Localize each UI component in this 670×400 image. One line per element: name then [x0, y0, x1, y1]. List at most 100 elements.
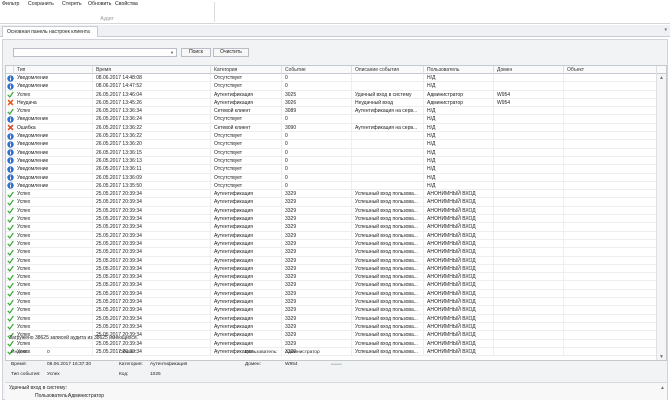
cell-object	[564, 322, 657, 331]
filter-button[interactable]: Фильтр	[2, 0, 19, 9]
tab-client-settings[interactable]: Основная панель настроек клиента	[2, 26, 98, 37]
cell-user: Н/Д	[424, 173, 494, 182]
properties-button[interactable]: Свойства	[115, 0, 138, 9]
cell-domain	[494, 173, 564, 182]
event-type-value: Успех	[47, 372, 60, 377]
cell-description: Успешный вход пользова...	[352, 231, 424, 240]
chevron-down-icon[interactable]: ▼	[170, 50, 174, 55]
table-row[interactable]: Успех 25.05.2017 20:39:34 Аутентификация 33…	[6, 223, 657, 232]
table-row[interactable]: Уведомление 26.05.2017 13:36:11 Отсутствуе…	[6, 165, 657, 174]
erase-button[interactable]: Стереть	[62, 0, 82, 9]
table-row[interactable]: Уведомление 26.05.2017 13:36:22 Отсутствуе…	[6, 132, 657, 141]
event-message: Удачный вход в систему: Пользователь: Ад…	[5, 382, 667, 400]
info-icon	[7, 141, 14, 148]
cell-event: 3329	[282, 206, 352, 215]
cell-description	[352, 132, 424, 141]
checkmark-icon	[7, 199, 14, 206]
table-row[interactable]: Уведомление 08.06.2017 14:48:08 Отсутствуе…	[6, 74, 657, 83]
table-row[interactable]: Успех 25.05.2017 20:39:34 Аутентификация 33…	[6, 198, 657, 207]
table-row[interactable]: Успех 25.05.2017 20:39:34 Аутентификация 33…	[6, 273, 657, 282]
cell-domain	[494, 281, 564, 290]
column-header-type[interactable]: Тип	[14, 66, 93, 74]
cell-category: Сетевой клиент	[211, 123, 282, 132]
cell-user: Н/Д	[424, 132, 494, 141]
cell-event: 3329	[282, 281, 352, 290]
cell-type: Успех	[14, 107, 93, 116]
table-row[interactable]: Уведомление 26.05.2017 13:36:15 Отсутствуе…	[6, 148, 657, 157]
table-row[interactable]: Успех 25.05.2017 20:39:34 Аутентификация 33…	[6, 314, 657, 323]
cell-type: Успех	[14, 306, 93, 315]
scroll-up-icon[interactable]: ▲	[659, 75, 664, 81]
find-button[interactable]: Поиск	[181, 48, 211, 57]
cell-user: Н/Д	[424, 165, 494, 174]
category-label: Категория:	[119, 362, 143, 367]
cell-type: Уведомление	[14, 115, 93, 124]
cell-user: АНОНИМНЫЙ ВХОД	[424, 223, 494, 232]
column-header-event[interactable]: Событие	[282, 66, 352, 74]
table-row[interactable]: Уведомление 08.06.2017 14:47:52 Отсутствуе…	[6, 82, 657, 91]
cell-description: Успешный вход пользова...	[352, 281, 424, 290]
chevron-down-icon[interactable]: ▾	[664, 27, 667, 33]
cell-event: 3329	[282, 298, 352, 307]
column-header-time[interactable]: Время	[93, 66, 211, 74]
checkmark-icon	[7, 108, 14, 115]
checkmark-icon	[7, 257, 14, 264]
cell-event: 0	[282, 173, 352, 182]
table-row[interactable]: Успех 25.05.2017 20:39:34 Аутентификация 33…	[6, 206, 657, 216]
cell-event: 3329	[282, 273, 352, 282]
table-row[interactable]: Успех 25.05.2017 20:39:34 Аутентификация 33…	[6, 239, 657, 249]
table-row[interactable]: Успех 25.05.2017 20:39:34 Аутентификация 33…	[6, 190, 657, 199]
save-button[interactable]: Сохранить	[28, 0, 54, 9]
table-row[interactable]: Успех 25.05.2017 20:39:34 Аутентификация 33…	[6, 248, 657, 257]
vertical-scrollbar[interactable]: ▲ ▼	[656, 74, 666, 360]
cell-user: Н/Д	[424, 82, 494, 91]
cell-category: Аутентификация	[211, 231, 282, 240]
cell-event: 3329	[282, 223, 352, 232]
column-header-description[interactable]: Описание события	[352, 66, 424, 74]
cell-description: Успешный вход пользова...	[352, 289, 424, 298]
cell-category: Аутентификация	[211, 198, 282, 207]
column-header-domain[interactable]: Домен	[494, 66, 564, 74]
cell-event: 3329	[282, 231, 352, 240]
table-row[interactable]: Успех 25.05.2017 20:39:34 Аутентификация 33…	[6, 298, 657, 307]
column-header-user[interactable]: Пользователь	[424, 66, 494, 74]
refresh-button[interactable]: Обновить	[88, 0, 112, 9]
table-row[interactable]: Неудача 26.05.2017 13:45:26 Аутентификация…	[6, 98, 657, 108]
cell-domain	[494, 314, 564, 323]
scroll-up-icon[interactable]: ▲	[660, 385, 665, 391]
table-row[interactable]: Уведомление 26.05.2017 13:36:09 Отсутствуе…	[6, 173, 657, 182]
table-row[interactable]: Успех 25.05.2017 20:39:34 Аутентификация 33…	[6, 215, 657, 224]
column-header-category[interactable]: Категория	[211, 66, 282, 74]
cell-domain	[494, 223, 564, 232]
table-row[interactable]: Ошибка 26.05.2017 13:36:22 Сетевой клиент 3…	[6, 123, 657, 133]
cell-category: Сетевой клиент	[211, 107, 282, 116]
table-row[interactable]: Успех 25.05.2017 20:39:34 Аутентификация 33…	[6, 289, 657, 299]
index-label: Индекс:	[11, 350, 29, 355]
table-row[interactable]: Успех 26.05.2017 13:46:04 Аутентификация 30…	[6, 90, 657, 99]
cell-event: 3329	[282, 190, 352, 199]
cell-event: 0	[282, 156, 352, 165]
cell-description: Успешный вход пользова...	[352, 248, 424, 257]
table-row[interactable]: Успех 26.05.2017 13:36:34 Сетевой клиент 30…	[6, 107, 657, 116]
clear-button[interactable]: Очистить	[213, 48, 249, 57]
table-row[interactable]: Уведомление 26.05.2017 13:36:24 Отсутствуе…	[6, 115, 657, 124]
table-row[interactable]: Успех 25.05.2017 20:39:34 Аутентификация 33…	[6, 322, 657, 332]
cell-event: 3329	[282, 289, 352, 298]
audit-table: Тип Время Категория Событие Описание соб…	[5, 65, 667, 361]
time-value: 08.06.2017 16:37:30	[47, 362, 92, 367]
table-row[interactable]: Уведомление 26.05.2017 13:36:13 Отсутствуе…	[6, 156, 657, 166]
table-row[interactable]: Успех 25.05.2017 20:39:34 Аутентификация 33…	[6, 264, 657, 274]
table-row[interactable]: Уведомление 26.05.2017 13:36:20 Отсутствуе…	[6, 140, 657, 149]
cell-user: АНОНИМНЫЙ ВХОД	[424, 273, 494, 282]
column-header-object[interactable]: Объект	[564, 66, 657, 74]
table-row[interactable]: Успех 25.05.2017 20:39:34 Аутентификация 33…	[6, 281, 657, 290]
cell-time: 26.05.2017 13:36:11	[93, 165, 211, 174]
cell-event: 0	[282, 115, 352, 124]
cell-user: АНОНИМНЫЙ ВХОД	[424, 331, 494, 340]
search-input[interactable]: ▼	[13, 48, 177, 57]
table-row[interactable]: Успех 25.05.2017 20:39:34 Аутентификация 33…	[6, 306, 657, 315]
table-row[interactable]: Успех 25.05.2017 20:39:34 Аутентификация 33…	[6, 256, 657, 265]
cell-object	[564, 98, 657, 107]
table-row[interactable]: Уведомление 26.05.2017 13:35:50 Отсутствуе…	[6, 181, 657, 191]
table-row[interactable]: Успех 25.05.2017 20:39:34 Аутентификация 33…	[6, 231, 657, 240]
